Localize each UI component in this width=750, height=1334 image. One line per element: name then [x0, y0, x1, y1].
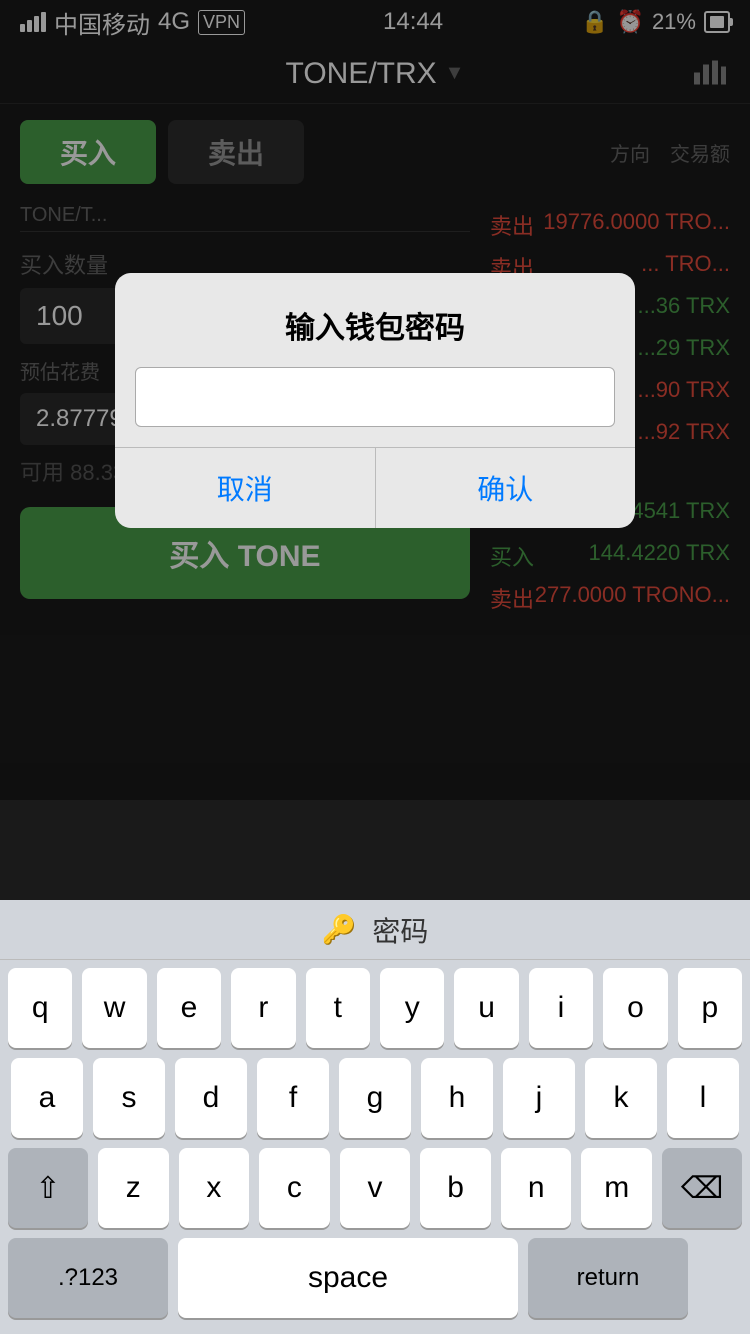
- key-e[interactable]: e: [157, 968, 221, 1048]
- key-n[interactable]: n: [501, 1148, 572, 1228]
- key-i[interactable]: i: [529, 968, 593, 1048]
- shift-key[interactable]: ⇧: [8, 1148, 88, 1228]
- key-r[interactable]: r: [231, 968, 295, 1048]
- key-g[interactable]: g: [339, 1058, 411, 1138]
- key-l[interactable]: l: [667, 1058, 739, 1138]
- key-v[interactable]: v: [340, 1148, 411, 1228]
- key-x[interactable]: x: [179, 1148, 250, 1228]
- modal-buttons: 取消 确认: [115, 447, 635, 528]
- key-p[interactable]: p: [678, 968, 742, 1048]
- modal-input-wrap: [115, 367, 635, 437]
- confirm-button[interactable]: 确认: [376, 448, 636, 528]
- key-k[interactable]: k: [585, 1058, 657, 1138]
- key-b[interactable]: b: [420, 1148, 491, 1228]
- key-j[interactable]: j: [503, 1058, 575, 1138]
- key-a[interactable]: a: [11, 1058, 83, 1138]
- key-f[interactable]: f: [257, 1058, 329, 1138]
- key-h[interactable]: h: [421, 1058, 493, 1138]
- keyboard-row-1: q w e r t y u i o p: [8, 968, 742, 1048]
- space-key[interactable]: space: [178, 1238, 518, 1318]
- cancel-button[interactable]: 取消: [115, 448, 376, 528]
- key-y[interactable]: y: [380, 968, 444, 1048]
- key-c[interactable]: c: [259, 1148, 330, 1228]
- keyboard-row-2: a s d f g h j k l: [8, 1058, 742, 1138]
- key-q[interactable]: q: [8, 968, 72, 1048]
- numbers-key[interactable]: .?123: [8, 1238, 168, 1318]
- modal-title: 输入钱包密码: [115, 273, 635, 367]
- key-t[interactable]: t: [306, 968, 370, 1048]
- keyboard-header: 🔑 密码: [0, 900, 750, 960]
- key-d[interactable]: d: [175, 1058, 247, 1138]
- key-z[interactable]: z: [98, 1148, 169, 1228]
- password-input[interactable]: [135, 367, 615, 427]
- delete-key[interactable]: ⌫: [662, 1148, 742, 1228]
- keyboard-rows: q w e r t y u i o p a s d f g h j k l ⇧ …: [0, 960, 750, 1228]
- key-u[interactable]: u: [454, 968, 518, 1048]
- key-o[interactable]: o: [603, 968, 667, 1048]
- keyboard: 🔑 密码 q w e r t y u i o p a s d f g h j k…: [0, 900, 750, 1334]
- keyboard-bottom-row: .?123 space return: [0, 1238, 750, 1334]
- key-icon: 🔑: [322, 913, 357, 946]
- keyboard-label: 密码: [372, 910, 428, 950]
- password-modal: 输入钱包密码 取消 确认: [115, 273, 635, 528]
- modal-overlay: 输入钱包密码 取消 确认: [0, 0, 750, 800]
- key-w[interactable]: w: [82, 968, 146, 1048]
- keyboard-row-3: ⇧ z x c v b n m ⌫: [8, 1148, 742, 1228]
- key-s[interactable]: s: [93, 1058, 165, 1138]
- return-key[interactable]: return: [528, 1238, 688, 1318]
- key-m[interactable]: m: [581, 1148, 652, 1228]
